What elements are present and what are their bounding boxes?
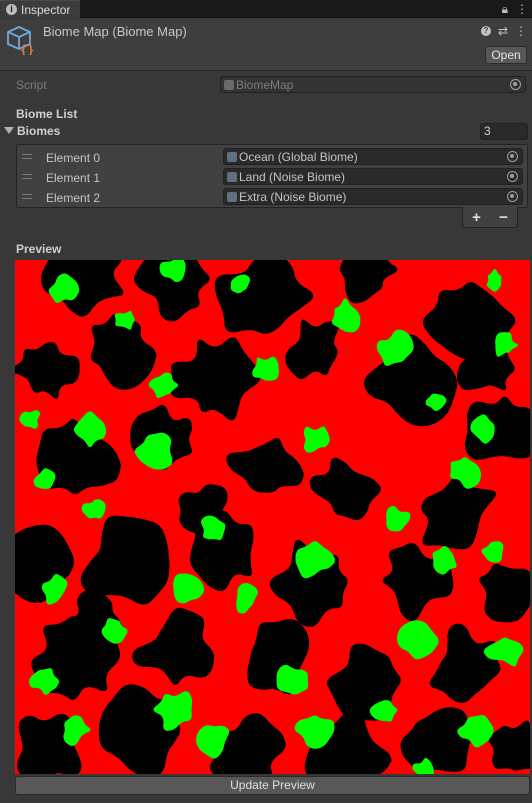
object-picker-icon[interactable] — [507, 151, 518, 162]
page-title: Biome Map (Biome Map) — [43, 24, 187, 39]
drag-handle-icon[interactable] — [22, 154, 32, 159]
open-button[interactable]: Open — [485, 46, 527, 64]
tab-tools: 🔒︎ ⋮ — [502, 0, 528, 18]
script-field: BiomeMap — [220, 76, 526, 93]
biome-value: Extra (Noise Biome) — [239, 189, 347, 204]
object-picker-icon[interactable] — [507, 171, 518, 182]
tab-inspector[interactable]: i Inspector — [0, 0, 80, 18]
biome-object-field[interactable]: Land (Noise Biome) — [223, 168, 523, 185]
drag-handle-icon[interactable] — [22, 174, 32, 179]
tab-label: Inspector — [21, 2, 71, 17]
biome-object-field[interactable]: Ocean (Global Biome) — [223, 148, 523, 165]
svg-text:{}: {} — [20, 43, 34, 55]
add-element-button[interactable]: + — [472, 209, 481, 226]
more-icon[interactable]: ⋮ — [516, 2, 528, 16]
element-label: Element 1 — [46, 171, 101, 185]
biomes-list: Element 0 Ocean (Global Biome) Element 1… — [16, 144, 528, 208]
list-item: Element 0 Ocean (Global Biome) — [17, 147, 527, 167]
object-picker-icon — [510, 79, 521, 90]
scriptable-object-icon — [227, 171, 237, 182]
info-icon: i — [6, 4, 17, 15]
biome-preview-map — [15, 260, 530, 774]
settings-sliders-icon[interactable]: ⇄ — [498, 24, 508, 38]
scriptable-object-icon — [227, 191, 237, 202]
biome-value: Ocean (Global Biome) — [239, 149, 358, 164]
biome-noise-image — [15, 260, 530, 774]
biome-object-field[interactable]: Extra (Noise Biome) — [223, 188, 523, 205]
lock-icon[interactable]: 🔒︎ — [502, 2, 508, 17]
remove-element-button[interactable]: − — [499, 209, 508, 226]
script-value: BiomeMap — [236, 77, 294, 92]
scriptable-object-icon — [227, 151, 237, 162]
element-label: Element 0 — [46, 151, 101, 165]
preview-label: Preview — [16, 242, 62, 256]
biome-list-header: Biome List — [16, 107, 78, 121]
script-file-icon — [224, 79, 234, 90]
biome-value: Land (Noise Biome) — [239, 169, 346, 184]
biomes-array-row: Biomes 3 — [4, 123, 528, 140]
script-row: Script BiomeMap — [16, 76, 526, 93]
biomes-foldout-label[interactable]: Biomes — [17, 124, 60, 138]
list-add-remove: + − — [462, 207, 518, 228]
update-preview-button[interactable]: Update Preview — [15, 776, 530, 795]
list-item: Element 1 Land (Noise Biome) — [17, 167, 527, 187]
foldout-arrow-icon[interactable] — [4, 127, 14, 134]
inspector-header: {} Biome Map (Biome Map) ? ⇄ ⋮ Open — [0, 19, 532, 71]
drag-handle-icon[interactable] — [22, 194, 32, 199]
header-tools: ? ⇄ ⋮ — [480, 24, 527, 38]
tab-bar: i Inspector 🔒︎ ⋮ — [0, 0, 532, 18]
script-label: Script — [16, 78, 47, 92]
biomes-count-field[interactable]: 3 — [480, 123, 528, 140]
script-asset-icon: {} — [7, 26, 34, 55]
element-label: Element 2 — [46, 191, 101, 205]
help-icon[interactable]: ? — [480, 26, 491, 36]
object-picker-icon[interactable] — [507, 191, 518, 202]
context-menu-icon[interactable]: ⋮ — [515, 24, 527, 38]
list-item: Element 2 Extra (Noise Biome) — [17, 187, 527, 207]
